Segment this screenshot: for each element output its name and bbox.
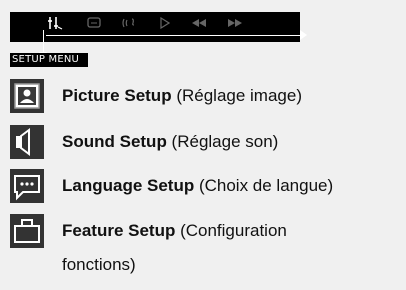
fast-forward-icon	[228, 19, 242, 27]
rewind-tab-icon[interactable]	[190, 14, 208, 32]
sound-wave-icon	[122, 18, 135, 28]
right-arrow-icon	[300, 30, 307, 40]
menu-item-language-setup[interactable]: Language Setup (Choix de langue)	[10, 169, 333, 203]
menu-track-line	[46, 35, 302, 36]
setup-menu-panel: SETUP MENU Picture Setup (Réglage image)…	[0, 0, 406, 290]
sound-tab-icon[interactable]	[120, 14, 138, 32]
subtitle-icon	[87, 17, 101, 28]
language-tab-icon[interactable]	[86, 14, 102, 32]
play-icon	[160, 17, 170, 29]
menu-item-title: Feature Setup	[62, 221, 176, 240]
forward-tab-icon[interactable]	[226, 14, 244, 32]
picture-icon	[10, 79, 44, 113]
menu-item-picture-setup[interactable]: Picture Setup (Réglage image)	[10, 79, 302, 113]
menu-item-feature-setup[interactable]: Feature Setup (Configuration	[10, 214, 287, 248]
menu-item-subtitle-continued: fonctions)	[62, 255, 136, 274]
menu-item-title: Language Setup	[62, 176, 195, 195]
rewind-icon	[192, 19, 206, 27]
menu-bar	[10, 12, 307, 58]
play-tab-icon[interactable]	[158, 14, 172, 32]
menu-item-title: Sound Setup	[62, 132, 167, 151]
adjust-icon	[48, 17, 63, 30]
section-label: SETUP MENU	[10, 53, 88, 67]
menu-item-sound-setup[interactable]: Sound Setup (Réglage son)	[10, 125, 278, 159]
menu-item-title: Picture Setup	[62, 86, 172, 105]
briefcase-icon	[10, 214, 44, 248]
menu-item-subtitle: (Configuration	[175, 221, 287, 240]
speaker-icon	[10, 125, 44, 159]
picture-setup-tab-icon[interactable]	[46, 14, 64, 32]
menu-item-subtitle: (Réglage son)	[166, 132, 279, 151]
menu-item-subtitle: (Réglage image)	[171, 86, 302, 105]
menu-item-subtitle: (Choix de langue)	[194, 176, 334, 195]
speech-bubble-icon	[10, 169, 44, 203]
